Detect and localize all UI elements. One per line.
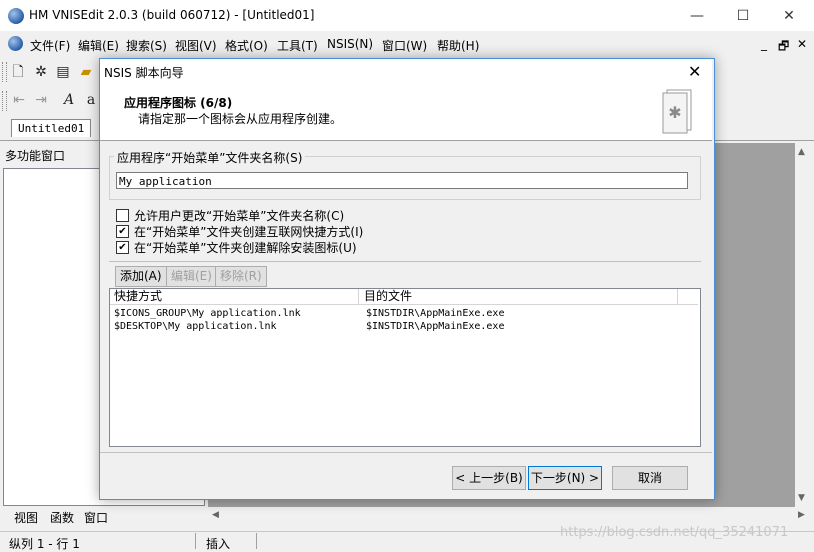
indent-icon[interactable]: ⇥ — [32, 91, 50, 109]
edit-shortcut-button[interactable]: 编辑(E) — [166, 266, 217, 287]
menu-nsis[interactable]: NSIS(N) — [327, 37, 373, 51]
close-button[interactable]: ✕ — [766, 0, 812, 31]
start-menu-group-label: 应用程序“开始菜单”文件夹名称(S) — [114, 149, 306, 166]
scroll-down-icon[interactable]: ▼ — [798, 493, 805, 503]
font-italic-icon[interactable]: A — [60, 91, 78, 109]
menu-format[interactable]: 格式(O) — [225, 37, 268, 54]
dialog-button-separator — [100, 452, 712, 453]
wizard-icon[interactable]: ✲ — [32, 63, 50, 81]
list-cell-shortcut[interactable]: $DESKTOP\My application.lnk — [114, 321, 277, 332]
cancel-button[interactable]: 取消 — [612, 466, 688, 490]
window-title: HM VNISEdit 2.0.3 (build 060712) - [Unti… — [29, 8, 315, 22]
column-header-target[interactable]: 目的文件 — [364, 289, 678, 304]
vertical-scrollbar[interactable]: ▲ ▼ — [795, 143, 812, 507]
status-insert-mode: 插入 — [206, 537, 231, 551]
step-title: 应用程序图标 (6/8) — [124, 96, 233, 110]
add-shortcut-button[interactable]: 添加(A) — [115, 266, 167, 287]
status-position: 纵列 1 - 行 1 — [9, 537, 80, 551]
tab-view[interactable]: 视图 — [14, 509, 38, 526]
list-header-divider — [110, 304, 698, 305]
status-divider — [195, 533, 196, 549]
open-folder-icon[interactable]: ▰ — [77, 63, 95, 81]
remove-shortcut-button[interactable]: 移除(R) — [215, 266, 267, 287]
create-internet-shortcut-label[interactable]: 在“开始菜单”文件夹创建互联网快捷方式(I) — [134, 223, 363, 240]
menu-help[interactable]: 帮助(H) — [437, 37, 479, 54]
wizard-page-icon: ✱ — [662, 89, 692, 134]
start-menu-folder-input[interactable]: My application — [116, 172, 688, 189]
allow-change-folder-label[interactable]: 允许用户更改“开始菜单”文件夹名称(C) — [134, 207, 344, 224]
minimize-button[interactable]: — — [674, 0, 720, 31]
list-cell-target[interactable]: $INSTDIR\AppMainExe.exe — [366, 321, 504, 332]
new-file-icon[interactable]: 🗋 — [9, 63, 27, 81]
dialog-close-button[interactable]: ✕ — [688, 62, 701, 81]
tab-untitled01[interactable]: Untitled01 — [11, 119, 92, 137]
mdi-restore-button[interactable]: 🗗 — [778, 37, 789, 58]
app-icon — [8, 8, 24, 24]
scroll-left-icon[interactable]: ◀ — [212, 510, 219, 520]
menu-file[interactable]: 文件(F) — [30, 37, 70, 54]
step-subtitle: 请指定那一个图标会从应用程序创建。 — [138, 112, 343, 126]
create-uninstall-icon-checkbox[interactable]: ✔ — [116, 241, 129, 254]
menu-view[interactable]: 视图(V) — [175, 37, 217, 54]
dialog-title: NSIS 脚本向导 — [104, 66, 184, 80]
allow-change-folder-checkbox[interactable] — [116, 209, 129, 222]
menu-tools[interactable]: 工具(T) — [277, 37, 318, 54]
list-cell-shortcut[interactable]: $ICONS_GROUP\My application.lnk — [114, 308, 301, 319]
template-icon[interactable]: ▤ — [54, 63, 72, 81]
document-system-icon[interactable] — [8, 36, 23, 51]
menu-window[interactable]: 窗口(W) — [382, 37, 427, 54]
font-lowercase-icon[interactable]: a — [82, 91, 100, 109]
toolbar-grip[interactable] — [2, 91, 7, 111]
create-internet-shortcut-checkbox[interactable]: ✔ — [116, 225, 129, 238]
scroll-up-icon[interactable]: ▲ — [798, 147, 805, 157]
menu-search[interactable]: 搜索(S) — [126, 37, 167, 54]
panel-title: 多功能窗口 — [5, 149, 66, 163]
column-header-shortcut[interactable]: 快捷方式 — [114, 289, 359, 304]
create-uninstall-icon-label[interactable]: 在“开始菜单”文件夹创建解除安装图标(U) — [134, 239, 357, 256]
separator — [109, 261, 701, 262]
scroll-right-icon[interactable]: ▶ — [798, 510, 805, 520]
menu-edit[interactable]: 编辑(E) — [78, 37, 119, 54]
horizontal-scrollbar[interactable]: ◀ ▶ — [208, 507, 812, 524]
mdi-minimize-button[interactable]: _ — [761, 37, 767, 51]
outdent-icon[interactable]: ⇤ — [10, 91, 28, 109]
mdi-close-button[interactable]: ✕ — [797, 37, 807, 51]
status-divider — [256, 533, 257, 549]
back-button[interactable]: < 上一步(B) — [452, 466, 526, 490]
watermark: https://blog.csdn.net/qq_35241071 — [560, 525, 789, 540]
tab-windows[interactable]: 窗口 — [84, 509, 108, 526]
svg-text:✱: ✱ — [668, 103, 681, 122]
maximize-button[interactable]: ☐ — [720, 0, 766, 31]
list-cell-target[interactable]: $INSTDIR\AppMainExe.exe — [366, 308, 504, 319]
tab-functions[interactable]: 函数 — [50, 509, 74, 526]
dialog-title-bar — [100, 59, 712, 85]
toolbar-grip[interactable] — [2, 62, 7, 82]
next-button[interactable]: 下一步(N) > — [528, 466, 602, 490]
